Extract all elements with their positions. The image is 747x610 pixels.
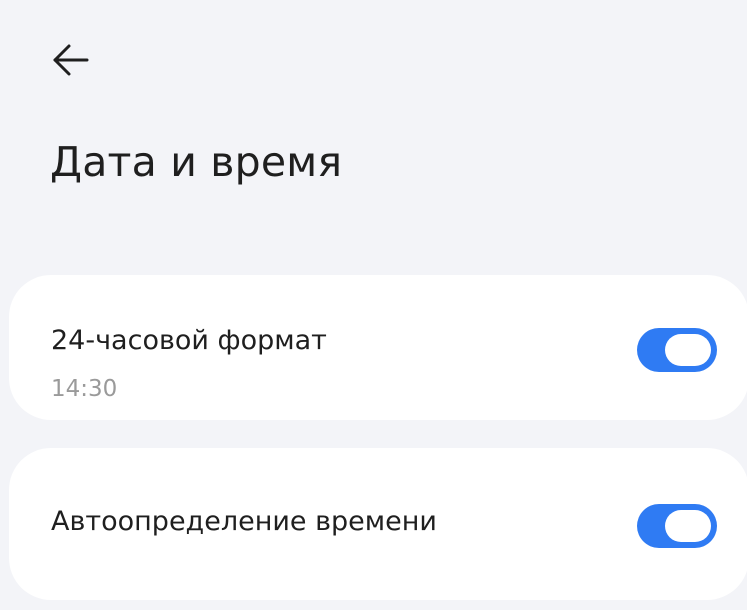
setting-24-hour-format[interactable]: 24-часовой формат 14:30 — [9, 275, 747, 420]
setting-auto-time[interactable]: Автоопределение времени — [9, 448, 747, 600]
toggle-24-hour-format[interactable] — [637, 328, 717, 372]
toggle-knob — [665, 510, 711, 542]
setting-subtitle: 14:30 — [51, 376, 118, 402]
arrow-left-icon — [53, 44, 89, 76]
page-title: Дата и время — [50, 138, 343, 186]
date-time-settings-screen: Дата и время 24-часовой формат 14:30 Авт… — [0, 0, 747, 610]
toggle-auto-time[interactable] — [637, 504, 717, 548]
setting-title: 24-часовой формат — [51, 325, 327, 356]
setting-title: Автоопределение времени — [51, 506, 437, 537]
toggle-knob — [665, 334, 711, 366]
back-button[interactable] — [40, 30, 100, 90]
